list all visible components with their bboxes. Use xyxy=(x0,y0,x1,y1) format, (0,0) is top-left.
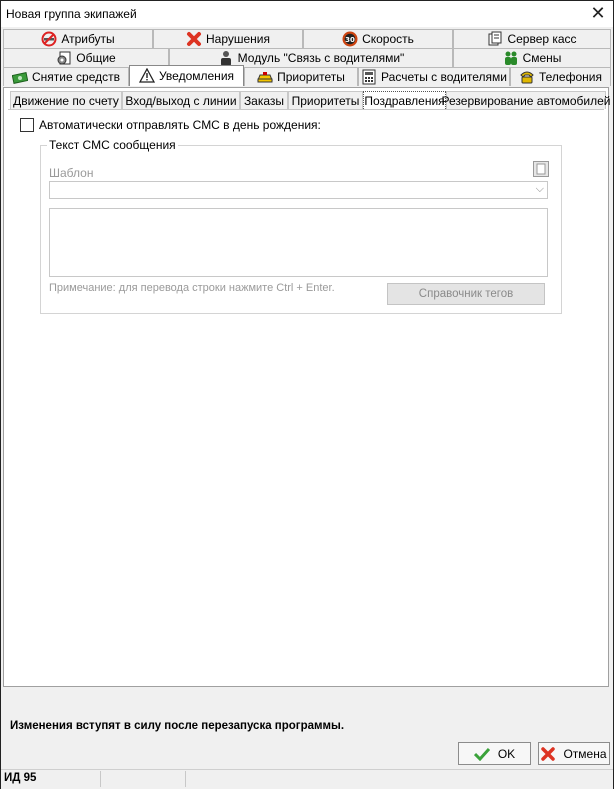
tab-label: Смены xyxy=(522,51,562,65)
subtab-account-movement[interactable]: Движение по счету xyxy=(10,91,122,109)
subtab-priorities[interactable]: Приоритеты xyxy=(288,91,363,109)
tab-label: Уведомления xyxy=(158,69,235,83)
notifications-panel: Движение по счету Вход/выход с линии Зак… xyxy=(3,87,611,687)
template-edit-icon[interactable] xyxy=(533,161,549,177)
svg-text:30: 30 xyxy=(345,36,355,44)
no-smoking-icon xyxy=(41,31,57,47)
cancel-button[interactable]: Отмена xyxy=(538,742,610,765)
people-icon xyxy=(504,51,517,65)
subtab-bar: Движение по счету Вход/выход с линии Зак… xyxy=(10,91,611,109)
tab-label: Приоритеты xyxy=(277,70,345,84)
driver-icon xyxy=(220,51,231,66)
speed-30-icon: 30 xyxy=(342,31,358,47)
checkmark-icon xyxy=(473,747,490,761)
template-select[interactable]: ⌵ xyxy=(49,181,548,199)
ok-button[interactable]: OK xyxy=(458,742,531,765)
tab-label: Расчеты с водителями xyxy=(381,70,507,84)
tab-label: Нарушения xyxy=(205,32,270,46)
tab-violations[interactable]: Нарушения xyxy=(153,29,303,48)
tab-priorities[interactable]: Приоритеты xyxy=(244,67,358,86)
birthday-sms-checkbox[interactable] xyxy=(20,118,34,132)
tab-label: Телефония xyxy=(539,70,602,84)
tab-row-2: Общие Модуль "Связь с водителями" Смены xyxy=(3,48,611,67)
subtab-label: Приоритеты xyxy=(291,93,360,108)
subtab-divider xyxy=(8,109,604,110)
taxi-icon xyxy=(257,72,273,83)
settings-page-icon xyxy=(57,51,71,65)
tab-label: Общие xyxy=(76,51,116,65)
line-break-note: Примечание: для перевода строки нажмите … xyxy=(49,282,335,294)
title-bar: Новая группа экипажей ✕ xyxy=(1,1,613,27)
template-label: Шаблон xyxy=(49,166,94,180)
tab-withdrawal[interactable]: Снятие средств xyxy=(3,67,129,86)
sms-text-group: Текст СМС сообщения Шаблон ⌵ Примечание:… xyxy=(40,138,562,314)
chevron-down-icon: ⌵ xyxy=(535,183,544,195)
sms-message-textarea[interactable] xyxy=(49,208,548,277)
tab-row-1: Атрибуты Нарушения 30 Скорость Сервер ка… xyxy=(3,29,611,48)
subtab-orders[interactable]: Заказы xyxy=(240,91,288,109)
money-icon xyxy=(12,72,29,84)
tab-cash-server[interactable]: Сервер касс xyxy=(453,29,611,48)
tab-label: Снятие средств xyxy=(32,70,120,84)
tab-label: Модуль "Связь с водителями" xyxy=(237,51,405,65)
tab-speed[interactable]: 30 Скорость xyxy=(303,29,453,48)
subtab-label: Резервирование автомобилей xyxy=(441,93,611,108)
cash-server-icon xyxy=(488,31,502,46)
tab-label: Сервер касс xyxy=(507,32,577,46)
status-divider xyxy=(185,771,186,787)
restart-notice-text: Изменения вступят в силу после перезапус… xyxy=(10,720,345,732)
subtab-greetings[interactable]: Поздравления xyxy=(363,91,446,109)
bottom-status-bar: ИД 95 xyxy=(1,769,613,789)
close-icon[interactable]: ✕ xyxy=(589,4,607,22)
subtab-label: Поздравления xyxy=(364,93,445,108)
tags-reference-button[interactable]: Справочник тегов xyxy=(387,283,545,305)
restart-notice: Изменения вступят в силу после перезапус… xyxy=(1,717,613,739)
tab-telephony[interactable]: Телефония xyxy=(510,67,611,86)
tab-driver-settlements[interactable]: Расчеты с водителями xyxy=(358,67,510,86)
cancel-x-icon xyxy=(541,746,556,761)
phone-icon xyxy=(520,71,534,84)
warning-icon xyxy=(138,68,155,83)
subtab-label: Движение по счету xyxy=(13,93,119,108)
status-divider xyxy=(100,771,101,787)
red-x-icon xyxy=(186,32,201,46)
dialog-buttons: OK Отмена xyxy=(1,739,613,769)
tab-label: Атрибуты xyxy=(61,32,115,46)
tab-row-3: Снятие средств Уведомления Приоритеты Ра… xyxy=(3,65,611,86)
subtab-line-entry-exit[interactable]: Вход/выход с линии xyxy=(122,91,240,109)
document-icon xyxy=(536,163,546,175)
dialog-window: Новая группа экипажей ✕ Атрибуты Нарушен… xyxy=(0,0,614,789)
birthday-sms-option: Автоматически отправлять СМС в день рожд… xyxy=(20,118,321,132)
subtab-label: Вход/выход с линии xyxy=(125,93,237,108)
tab-shifts[interactable]: Смены xyxy=(453,48,611,67)
tab-notifications[interactable]: Уведомления xyxy=(129,65,244,86)
ok-button-label: OK xyxy=(497,746,516,761)
cancel-button-label: Отмена xyxy=(563,746,607,761)
subtab-label: Заказы xyxy=(243,93,285,108)
calculator-icon xyxy=(362,69,376,85)
window-title: Новая группа экипажей xyxy=(6,7,137,21)
sms-text-group-title: Текст СМС сообщения xyxy=(47,138,178,152)
tab-attributes[interactable]: Атрибуты xyxy=(3,29,153,48)
birthday-sms-label: Автоматически отправлять СМС в день рожд… xyxy=(39,118,321,132)
tab-area: Атрибуты Нарушения 30 Скорость Сервер ка… xyxy=(1,27,613,717)
subtab-car-reservation[interactable]: Резервирование автомобилей xyxy=(442,91,611,109)
tab-label: Скорость xyxy=(362,32,414,46)
record-id: ИД 95 xyxy=(4,772,37,784)
